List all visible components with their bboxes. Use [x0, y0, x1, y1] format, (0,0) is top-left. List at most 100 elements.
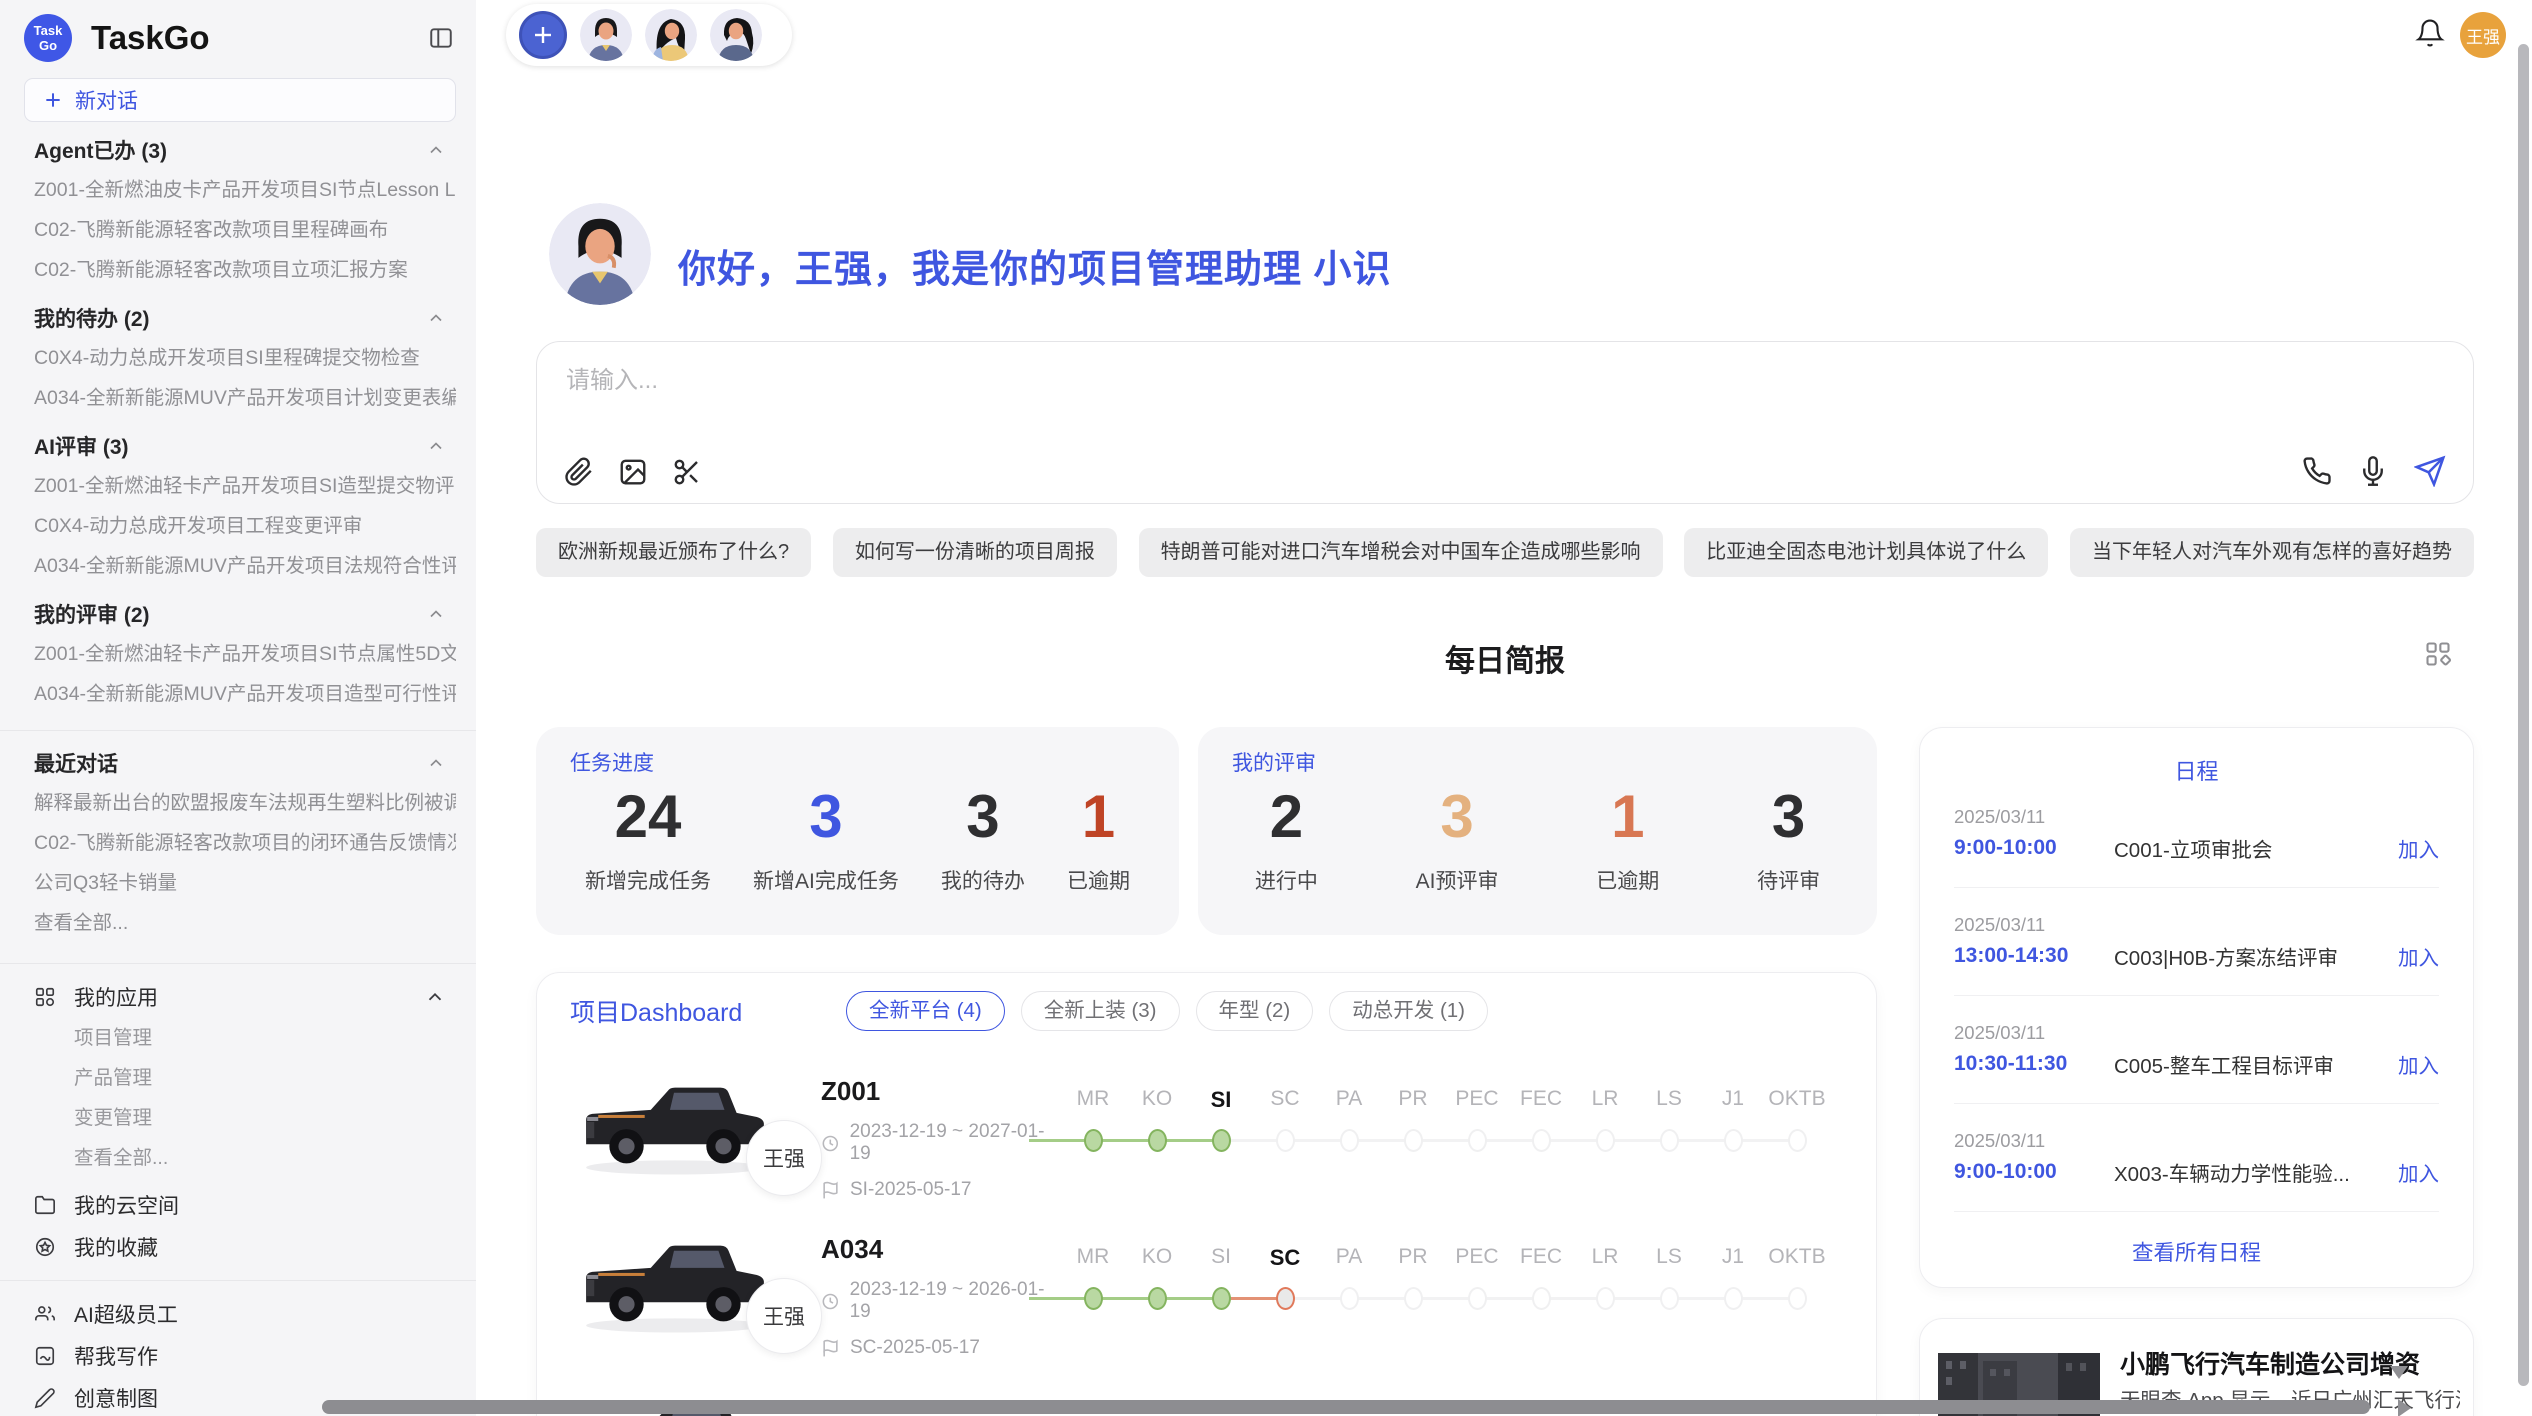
sidebar-item[interactable]: Z001-全新燃油轻卡产品开发项目SI造型提交物评审: [24, 466, 456, 506]
milestone-pa: PA: [1317, 1087, 1381, 1152]
sidebar-item-product-mgmt[interactable]: 产品管理: [24, 1058, 456, 1098]
suggestion-chip[interactable]: 特朗普可能对进口汽车增税会对中国车企造成哪些影响: [1139, 528, 1663, 577]
clock-icon: [821, 1292, 840, 1311]
milestone-j1: J1: [1701, 1245, 1765, 1310]
stat-label: 待评审: [1757, 865, 1820, 895]
join-link[interactable]: 加入: [2398, 1049, 2439, 1079]
section-label: Agent已办 (3): [34, 135, 167, 165]
project-date-range: 2023-12-19 ~ 2027-01-19: [850, 1121, 1061, 1165]
grid-icon[interactable]: [2424, 640, 2452, 668]
chat-input[interactable]: [564, 358, 2448, 424]
milestone-si: SI: [1189, 1245, 1253, 1310]
horizontal-scrollbar[interactable]: [322, 1400, 2370, 1414]
filter-powertrain[interactable]: 动总开发 (1): [1329, 991, 1488, 1031]
agent-avatar-2[interactable]: [645, 9, 697, 61]
milestone-pec: PEC: [1445, 1245, 1509, 1310]
project-date-range: 2023-12-19 ~ 2026-01-19: [850, 1279, 1061, 1323]
user-avatar[interactable]: 王强: [2460, 12, 2506, 58]
sidebar-item-view-all-chats[interactable]: 查看全部...: [24, 903, 456, 943]
sidebar-item-label: AI超级员工: [74, 1299, 178, 1329]
sidebar-item[interactable]: C02-飞腾新能源轻客改款项目里程碑画布: [24, 210, 456, 250]
stat-label: AI预评审: [1416, 865, 1499, 895]
write-icon: [34, 1345, 56, 1367]
sidebar-item-my-apps[interactable]: 我的应用: [24, 976, 456, 1018]
milestone-dot: [1212, 1129, 1231, 1152]
sidebar-item-help-me-write[interactable]: 帮我写作: [24, 1335, 456, 1377]
stat-value: 3: [1757, 782, 1820, 851]
join-link[interactable]: 加入: [2398, 941, 2439, 971]
milestone-dot: [1468, 1129, 1487, 1152]
new-chat-button[interactable]: 新对话: [24, 78, 456, 122]
milestone-ls: LS: [1637, 1245, 1701, 1310]
dashboard-title: 项目Dashboard: [570, 993, 846, 1029]
sidebar-item-my-favorites[interactable]: 我的收藏: [24, 1226, 456, 1268]
sidebar-item-my-cloud[interactable]: 我的云空间: [24, 1184, 456, 1226]
sidebar-section-my-todo[interactable]: 我的待办 (2): [24, 298, 456, 338]
sidebar-item[interactable]: A034-全新新能源MUV产品开发项目计划变更表编写: [24, 378, 456, 418]
sidebar-item-change-mgmt[interactable]: 变更管理: [24, 1098, 456, 1138]
suggestion-chip[interactable]: 当下年轻人对汽车外观有怎样的喜好趋势: [2070, 528, 2474, 577]
sidebar-item-ai-super-staff[interactable]: AI超级员工: [24, 1293, 456, 1335]
stat-in-progress: 2进行中: [1255, 782, 1318, 895]
taskgo-app: Task Go TaskGo 新对话 Agent已办 (3) Z001-全新燃油…: [0, 0, 2532, 1416]
agent-avatar-3[interactable]: [710, 9, 762, 61]
sidebar-section-ai-review[interactable]: AI评审 (3): [24, 426, 456, 466]
schedule-time: 9:00-10:00: [1954, 836, 2114, 860]
agent-avatar-1[interactable]: [580, 9, 632, 61]
section-label: AI评审 (3): [34, 431, 129, 461]
filter-new-platform[interactable]: 全新平台 (4): [846, 991, 1005, 1031]
filter-model-year[interactable]: 年型 (2): [1196, 991, 1314, 1031]
sidebar-item[interactable]: C0X4-动力总成开发项目SI里程碑提交物检查: [24, 338, 456, 378]
project-next-milestone: SC-2025-05-17: [850, 1337, 980, 1359]
milestone-fec: FEC: [1509, 1087, 1573, 1152]
sidebar-section-my-review[interactable]: 我的评审 (2): [24, 594, 456, 634]
paperclip-icon[interactable]: [564, 457, 594, 487]
filter-new-body[interactable]: 全新上装 (3): [1021, 991, 1180, 1031]
section-label: 我的待办 (2): [34, 303, 150, 333]
sidebar-item[interactable]: A034-全新新能源MUV产品开发项目法规符合性评审: [24, 546, 456, 586]
join-link[interactable]: 加入: [2398, 1157, 2439, 1187]
users-icon: [34, 1303, 56, 1325]
milestone-dot: [1148, 1129, 1167, 1152]
image-icon[interactable]: [618, 457, 648, 487]
schedule-event-title: C003|H0B-方案冻结评审: [2114, 941, 2398, 971]
join-link[interactable]: 加入: [2398, 833, 2439, 863]
view-all-schedule-link[interactable]: 查看所有日程: [1954, 1236, 2439, 1267]
sidebar-item-recent[interactable]: 解释最新出台的欧盟报废车法规再生塑料比例被调至15%...: [24, 783, 456, 823]
sidebar-item[interactable]: C0X4-动力总成开发项目工程变更评审: [24, 506, 456, 546]
panel-toggle-icon[interactable]: [428, 25, 454, 51]
sidebar-section-recent-chats[interactable]: 最近对话: [24, 743, 456, 783]
scroll-down-icon[interactable]: [2390, 1366, 2408, 1379]
project-row-a034[interactable]: 王强 A034 2023-12-19 ~ 2026-01-19 SC-2025-…: [574, 1222, 1829, 1359]
vertical-scrollbar[interactable]: [2518, 44, 2529, 1386]
sidebar-item[interactable]: C02-飞腾新能源轻客改款项目立项汇报方案: [24, 250, 456, 290]
logo-line-2: Go: [39, 38, 57, 53]
sidebar-item-recent[interactable]: C02-飞腾新能源轻客改款项目的闭环通告反馈情况: [24, 823, 456, 863]
sidebar-item-recent[interactable]: 公司Q3轻卡销量: [24, 863, 456, 903]
sidebar-item[interactable]: A034-全新新能源MUV产品开发项目造型可行性评审: [24, 674, 456, 714]
sidebar-item-view-all-apps[interactable]: 查看全部...: [24, 1138, 456, 1178]
sidebar-item[interactable]: Z001-全新燃油皮卡产品开发项目SI节点Lesson Learn报告: [24, 170, 456, 210]
phone-icon[interactable]: [2302, 456, 2332, 486]
daily-briefing-title: 每日简报: [536, 636, 2474, 680]
add-agent-button[interactable]: [519, 11, 567, 59]
suggestion-chip[interactable]: 如何写一份清晰的项目周报: [833, 528, 1117, 577]
project-row-z001[interactable]: 王强 Z001 2023-12-19 ~ 2027-01-19 SI-2025-…: [574, 1064, 1829, 1201]
schedule-time: 13:00-14:30: [1954, 944, 2114, 968]
scissors-icon[interactable]: [672, 457, 702, 487]
bell-icon[interactable]: [2415, 18, 2445, 48]
suggestion-chip[interactable]: 欧洲新规最近颁布了什么?: [536, 528, 811, 577]
milestone-ls: LS: [1637, 1087, 1701, 1152]
sidebar-section-agent-done[interactable]: Agent已办 (3): [24, 130, 456, 170]
send-icon[interactable]: [2414, 455, 2446, 487]
suggestion-chip[interactable]: 比亚迪全固态电池计划具体说了什么: [1684, 528, 2048, 577]
milestone-dot: [1340, 1129, 1359, 1152]
mic-icon[interactable]: [2358, 456, 2388, 486]
stat-label: 新增AI完成任务: [753, 865, 899, 895]
scroll-right-icon[interactable]: [2398, 1399, 2411, 1416]
sidebar-item-project-mgmt[interactable]: 项目管理: [24, 1018, 456, 1058]
chevron-up-icon: [426, 140, 446, 160]
divider: [0, 1280, 476, 1281]
sidebar-item[interactable]: Z001-全新燃油轻卡产品开发项目SI节点属性5D文件评审: [24, 634, 456, 674]
milestone-oktb: OKTB: [1765, 1245, 1829, 1310]
